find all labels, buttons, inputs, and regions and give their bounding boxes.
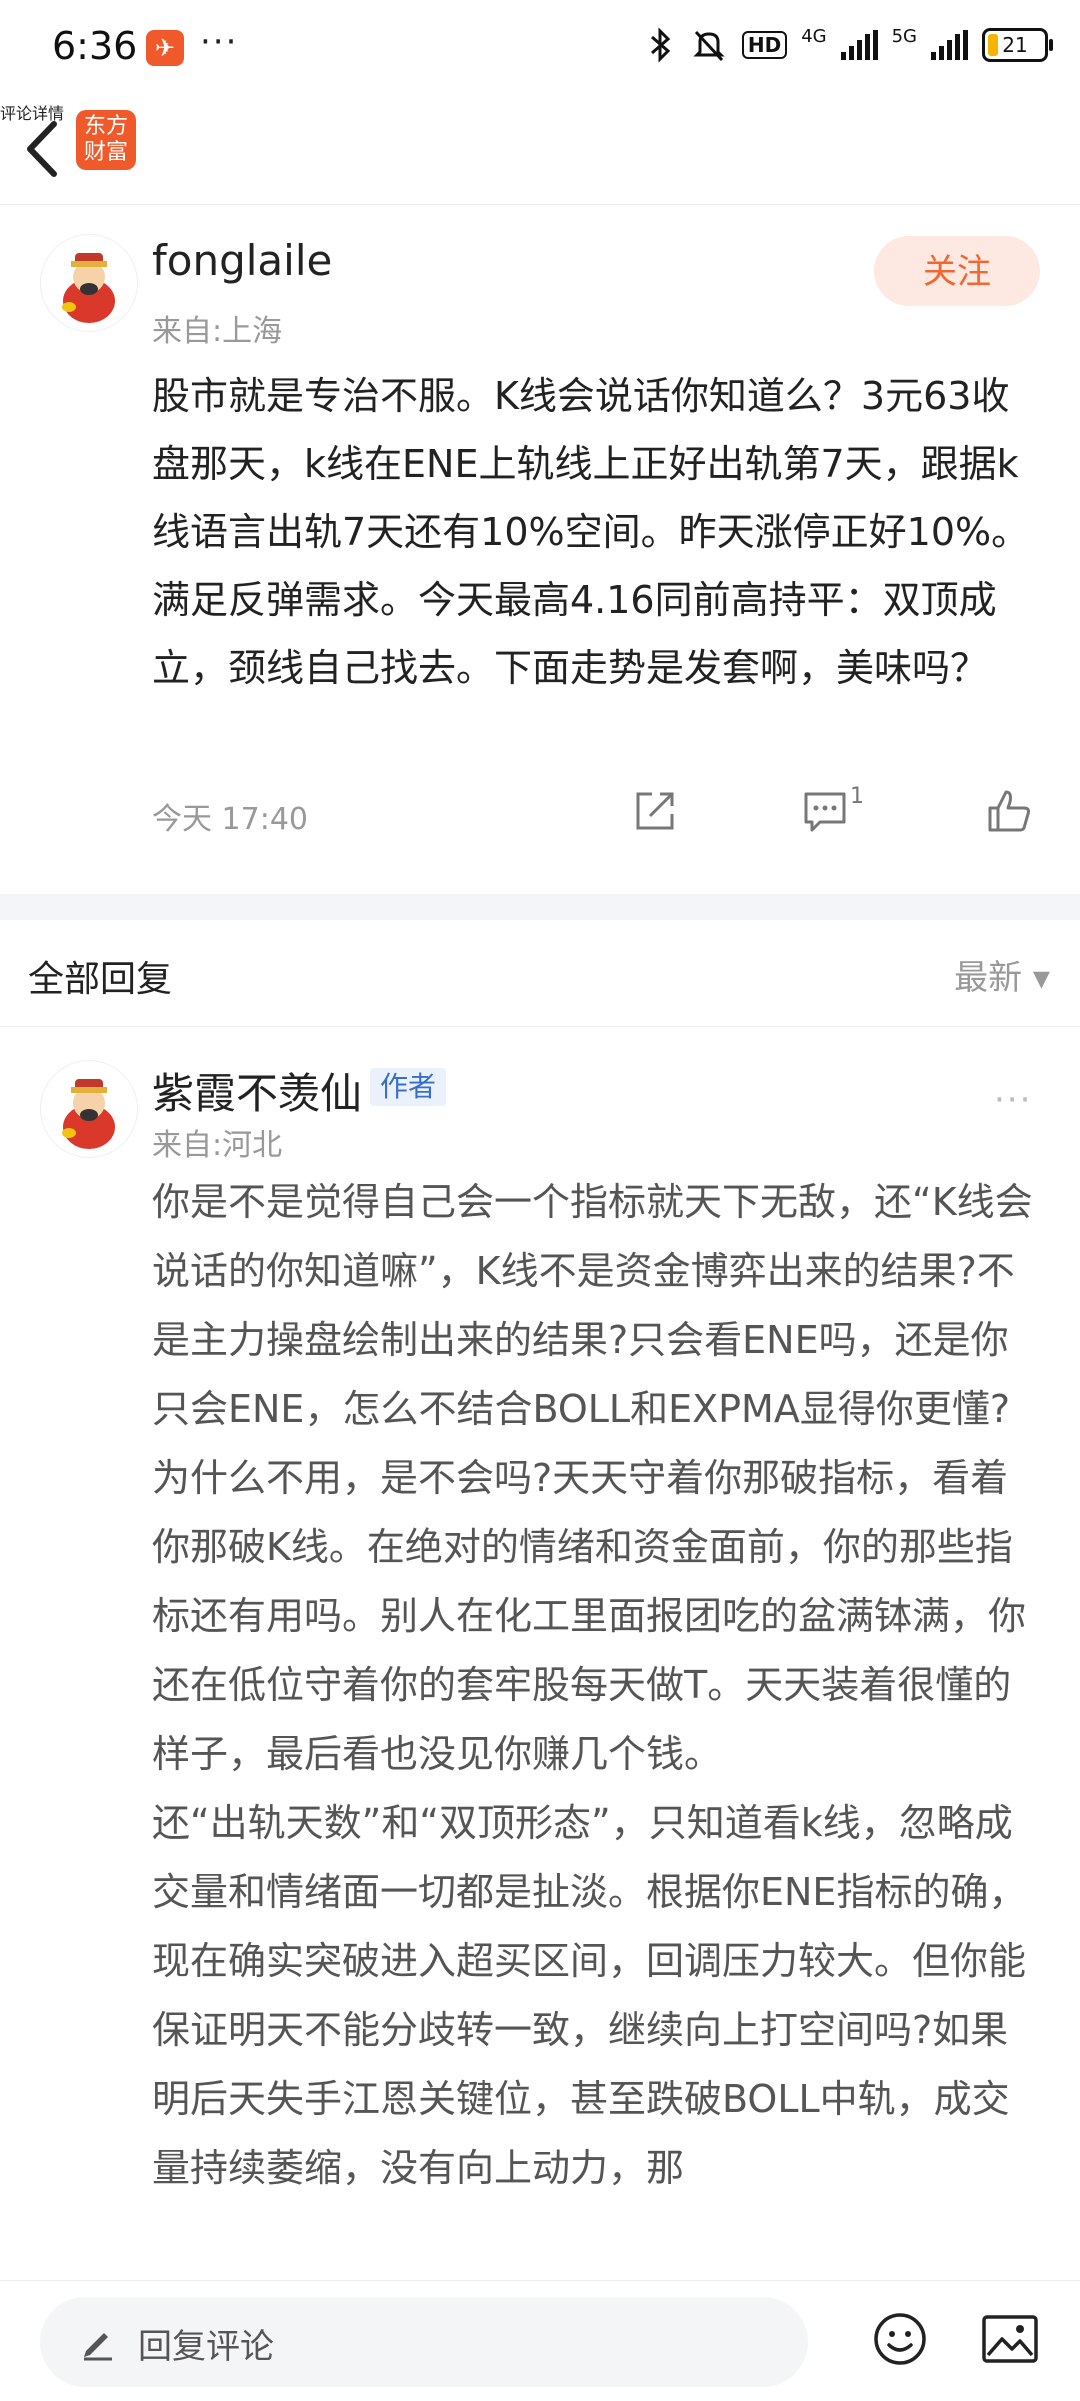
more-notifications-icon: ···	[200, 22, 239, 62]
mute-icon	[693, 30, 725, 62]
page-title: 评论详情	[0, 104, 65, 123]
author-badge: 作者	[370, 1068, 447, 1106]
logo-line-2: 财富	[83, 140, 128, 165]
avatar-image	[41, 1061, 137, 1157]
reply-input[interactable]: 回复评论	[40, 2297, 808, 2387]
reply-placeholder: 回复评论	[138, 2327, 274, 2367]
network-5g-label: 5G	[891, 26, 917, 47]
battery-icon: 21	[982, 28, 1053, 62]
follow-button[interactable]: 关注	[874, 236, 1040, 306]
more-options-icon[interactable]: ···	[994, 1080, 1032, 1120]
signal-icon-2	[931, 30, 968, 60]
post-username[interactable]: fonglaile	[152, 236, 332, 285]
post-location: 来自:上海	[152, 314, 283, 349]
pen-icon	[84, 2333, 112, 2361]
reply-location: 来自:河北	[152, 1128, 283, 1163]
reply-username[interactable]: 紫霞不羡仙	[152, 1060, 362, 1121]
avatar[interactable]	[40, 234, 138, 332]
battery-level: 21	[1002, 33, 1028, 57]
section-divider	[0, 894, 1080, 920]
image-icon[interactable]	[980, 2313, 1040, 2365]
back-icon[interactable]	[18, 114, 68, 184]
status-time: 6:36	[52, 24, 138, 68]
status-right: HD 4G 5G 21	[646, 26, 1053, 64]
notification-app-icon: ✈	[146, 30, 184, 66]
emoji-icon[interactable]	[872, 2311, 928, 2367]
reply-text: 你是不是觉得自己会一个指标就天下无敌，还“K线会说话的你知道嘛”，K线不是资金博…	[152, 1180, 1033, 2190]
network-4g-label: 4G	[801, 26, 827, 47]
status-bar: 6:36 ✈ ··· HD 4G 5G 21	[0, 0, 1080, 96]
bluetooth-icon	[650, 27, 671, 63]
signal-icon	[840, 30, 878, 60]
post-time: 今天 17:40	[152, 802, 308, 837]
sort-dropdown[interactable]: 最新 ▾	[954, 950, 1050, 999]
comment-count: 1	[850, 784, 864, 809]
share-icon[interactable]	[630, 786, 680, 836]
replies-header: 全部回复 最新 ▾	[0, 920, 1080, 1027]
post-text: 股市就是专治不服。K线会说话你知道么？3元63收盘那天，k线在ENE上轨线上正好…	[152, 374, 1030, 690]
thumb-up-icon[interactable]	[984, 786, 1034, 836]
reply-avatar[interactable]	[40, 1060, 138, 1158]
avatar-image	[41, 235, 137, 331]
all-replies-label: 全部回复	[28, 959, 173, 1000]
hd-icon: HD	[741, 31, 788, 59]
comment-icon[interactable]	[800, 786, 850, 836]
bottom-bar: 回复评论	[0, 2280, 1080, 2401]
